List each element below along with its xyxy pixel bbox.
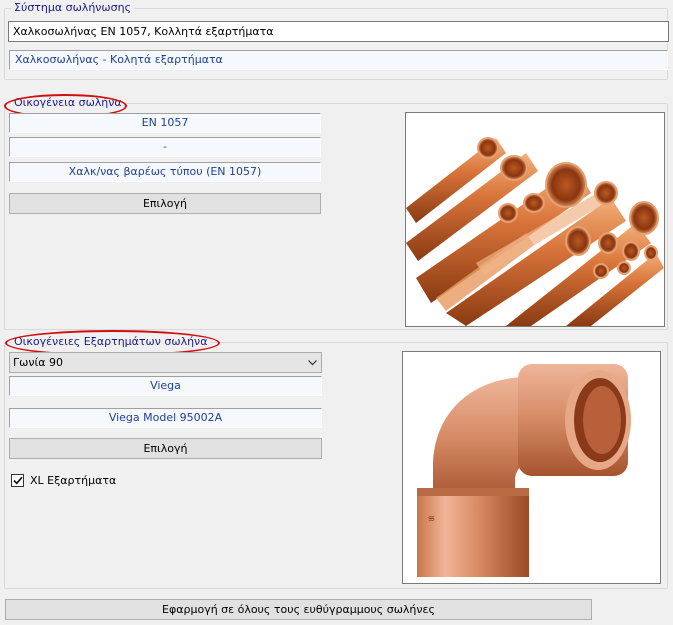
pipe-sub-field: - [9,137,321,157]
apply-all-button[interactable]: Εφαρμογή σε όλους τους ευθύγραμμους σωλή… [5,599,592,620]
pipe-standard-field: EN 1057 [9,113,321,133]
pipe-select-button[interactable]: Επιλογή [9,193,321,214]
fitting-manufacturer-field: Viega [9,376,322,396]
xl-fittings-checkbox[interactable] [11,474,24,487]
pipe-family-title: Οικογένεια σωλήνα [11,96,125,110]
checkmark-icon [12,476,23,485]
fitting-type-value: Γωνία 90 [13,356,63,369]
fitting-type-dropdown[interactable]: Γωνία 90 [9,352,322,373]
copper-pipes-image [405,112,665,327]
system-input[interactable]: Χαλκοσωλήνας EN 1057, Κολλητά εξαρτήματα [8,21,669,42]
fitting-model-field: Viega Model 95002A [9,408,322,428]
fitting-select-button[interactable]: Επιλογή [9,438,322,459]
svg-text:≋: ≋ [427,514,436,525]
pipe-name-field: Χαλκ/νας βαρέως τύπου (EN 1057) [9,162,321,182]
copper-elbow-image: ≋ [402,351,661,584]
xl-fittings-checkbox-row[interactable]: XL Εξαρτήματα [11,474,116,487]
copper-pipes-icon [406,113,664,326]
system-description: Χαλκοσωλήνας - Κολητά εξαρτήματα [9,50,668,70]
xl-fittings-label: XL Εξαρτήματα [30,474,117,487]
copper-elbow-icon: ≋ [403,352,660,583]
chevron-down-icon [306,353,318,372]
fitting-family-title: Οικογένειες Εξαρτημάτων σωλήνα [11,335,211,349]
system-group-title: Σύστημα σωλήνωσης [11,1,135,15]
